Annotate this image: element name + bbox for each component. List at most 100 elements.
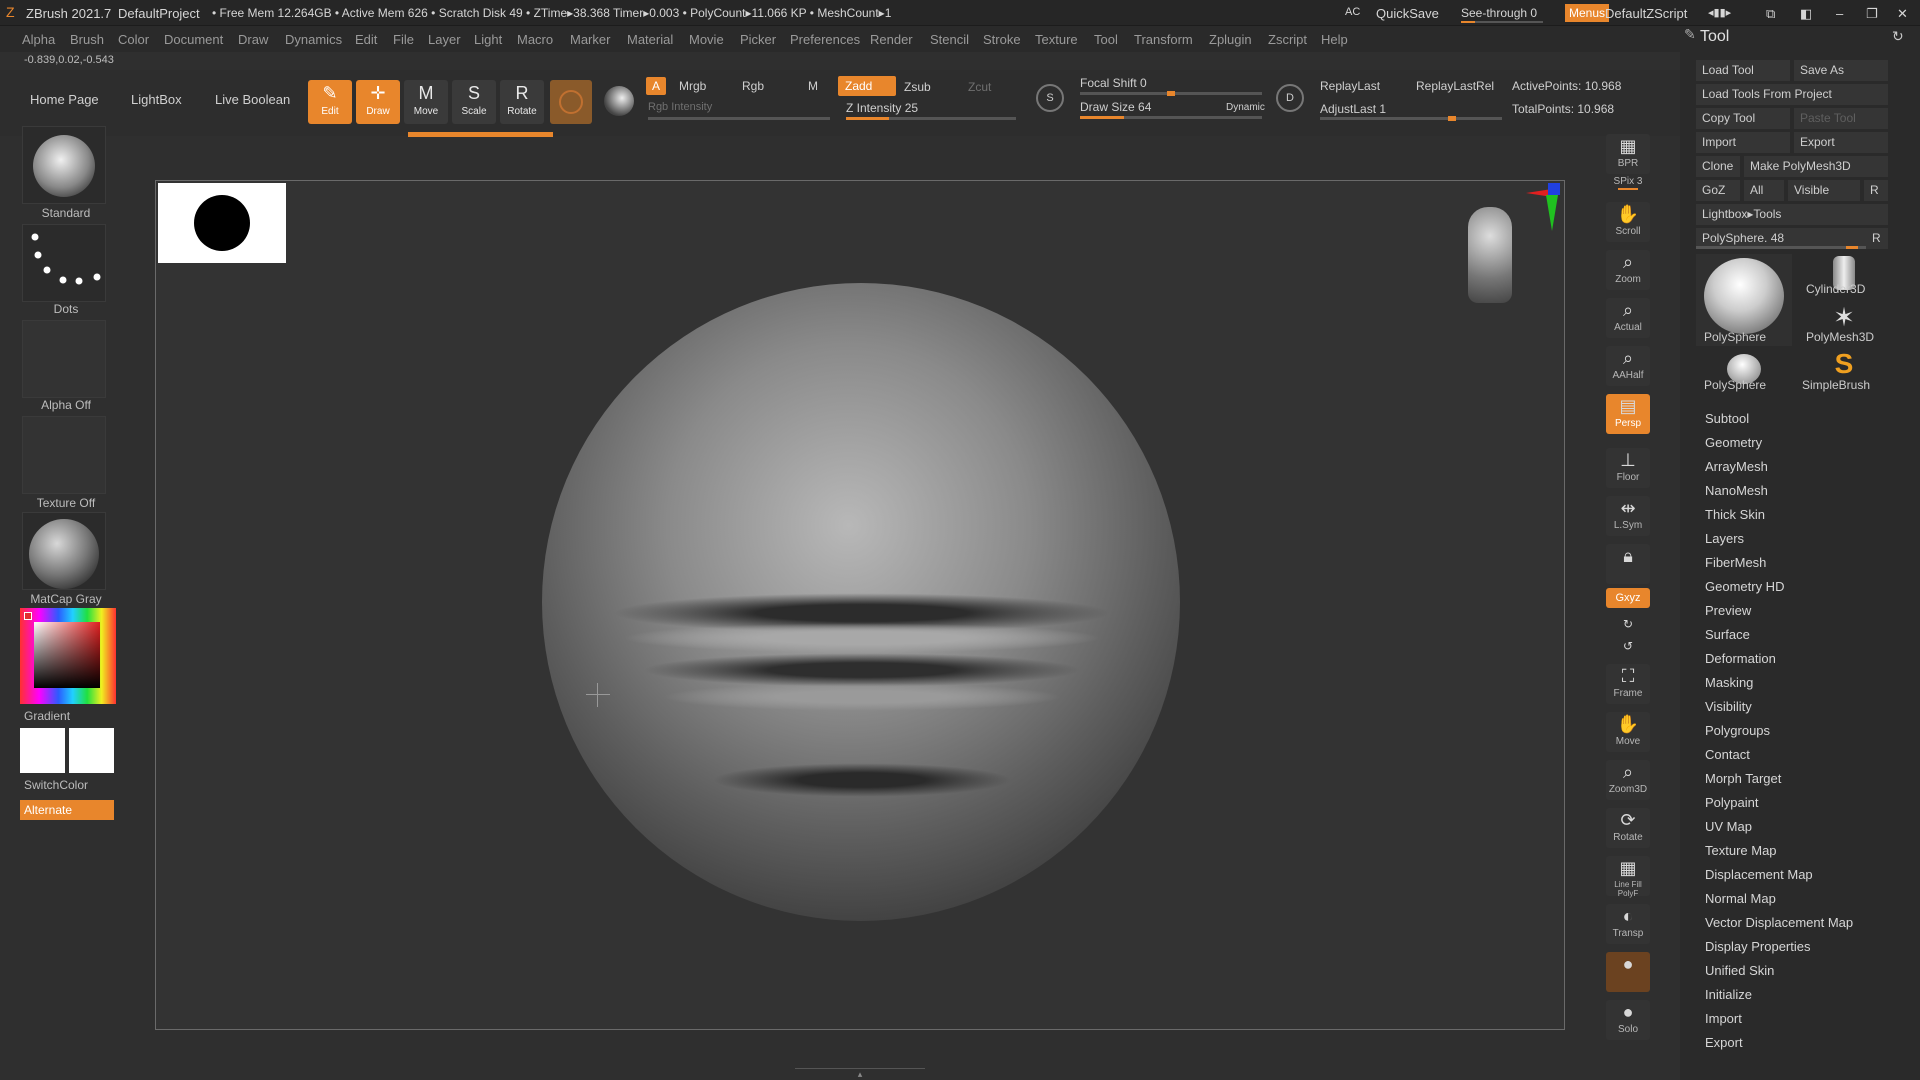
see-through-slider[interactable]: See-through 0 [1461, 6, 1537, 20]
load-tools-from-project-button[interactable]: Load Tools From Project [1696, 84, 1888, 105]
alpha-selector[interactable] [22, 320, 106, 398]
subpalette-nanomesh[interactable]: NanoMesh [1705, 483, 1768, 498]
menu-zscript[interactable]: Zscript [1268, 32, 1307, 47]
lightbox-button[interactable]: LightBox [131, 92, 182, 107]
menu-brush[interactable]: Brush [70, 32, 104, 47]
rgb-intensity-track[interactable] [648, 117, 830, 120]
axis-gizmo-icon[interactable] [1506, 181, 1566, 251]
menu-macro[interactable]: Macro [517, 32, 553, 47]
make-polymesh3d-button[interactable]: Make PolyMesh3D [1744, 156, 1888, 177]
menu-alpha[interactable]: Alpha [22, 32, 55, 47]
sculpted-sphere[interactable] [542, 283, 1180, 921]
layout-icon[interactable]: ◧ [1800, 6, 1812, 22]
brush-selector[interactable] [22, 126, 106, 204]
palette-icon[interactable]: ⧉ [1766, 6, 1775, 22]
adjust-last-icon[interactable]: D [1276, 84, 1304, 112]
floor-button[interactable]: ⊥ Floor [1606, 448, 1650, 488]
minimize-icon[interactable]: – [1836, 6, 1843, 21]
copy-tool-button[interactable]: Copy Tool [1696, 108, 1790, 129]
draw-button[interactable]: ✛ Draw [356, 80, 400, 124]
tool-palette-title[interactable]: Tool [1700, 28, 1729, 46]
move-view-button[interactable]: ✋ Move [1606, 712, 1650, 752]
import-tool-button[interactable]: Import [1696, 132, 1790, 153]
document-canvas[interactable] [155, 180, 1565, 1030]
mrgb-button[interactable]: Mrgb [679, 79, 706, 93]
menu-texture[interactable]: Texture [1035, 32, 1078, 47]
gradient-label[interactable]: Gradient [24, 709, 120, 723]
subpalette-uv-map[interactable]: UV Map [1705, 819, 1752, 834]
primary-color-swatch[interactable] [20, 728, 65, 773]
subpalette-geometry[interactable]: Geometry [1705, 435, 1762, 450]
menu-stencil[interactable]: Stencil [930, 32, 969, 47]
zcut-button[interactable]: Zcut [968, 80, 991, 94]
subpalette-import[interactable]: Import [1705, 1011, 1742, 1026]
subpalette-export[interactable]: Export [1705, 1035, 1743, 1050]
replay-last-rel-button[interactable]: ReplayLastRel [1416, 79, 1494, 93]
focal-shift-track[interactable] [1080, 91, 1262, 96]
secondary-color-swatch[interactable] [69, 728, 114, 773]
save-as-button[interactable]: Save As [1794, 60, 1888, 81]
stroke-selector[interactable] [22, 224, 106, 302]
rotate-button[interactable]: R Rotate [500, 80, 544, 124]
menu-layer[interactable]: Layer [428, 32, 461, 47]
draw-size-track[interactable] [1080, 116, 1262, 119]
subpalette-vector-displacement-map[interactable]: Vector Displacement Map [1705, 915, 1853, 930]
persp-button[interactable]: ▤ Persp [1606, 394, 1650, 434]
subpalette-polygroups[interactable]: Polygroups [1705, 723, 1770, 738]
menu-light[interactable]: Light [474, 32, 502, 47]
z-intensity-track[interactable] [846, 117, 1016, 120]
menu-render[interactable]: Render [870, 32, 913, 47]
menu-marker[interactable]: Marker [570, 32, 610, 47]
ac-button[interactable]: AC [1345, 6, 1360, 18]
color-picker[interactable] [20, 608, 116, 704]
menus-button[interactable]: Menus [1565, 4, 1610, 22]
m-button[interactable]: M [808, 79, 818, 93]
aahalf-button[interactable]: ⌕ AAHalf [1606, 346, 1650, 386]
dynamic-toggle[interactable]: Dynamic [1226, 102, 1265, 113]
zadd-button[interactable]: Zadd [838, 76, 896, 96]
draw-size-slider[interactable]: Draw Size 64 [1080, 100, 1151, 114]
menu-dynamics[interactable]: Dynamics [285, 32, 342, 47]
transp-button[interactable]: ◐ Transp [1606, 904, 1650, 944]
adjust-last-slider[interactable]: AdjustLast 1 [1320, 102, 1386, 116]
menu-transform[interactable]: Transform [1134, 32, 1193, 47]
move-button[interactable]: M Move [404, 80, 448, 124]
frame-button[interactable]: ⛶ Frame [1606, 664, 1650, 704]
subpalette-normal-map[interactable]: Normal Map [1705, 891, 1776, 906]
bpr-button[interactable]: ▦ BPR [1606, 134, 1650, 174]
lock-button[interactable]: 🔒︎ [1606, 544, 1650, 584]
subpalette-fibermesh[interactable]: FiberMesh [1705, 555, 1766, 570]
all-button[interactable]: All [1744, 180, 1784, 201]
zoom3d-button[interactable]: ⌕ Zoom3D [1606, 760, 1650, 800]
adjust-last-track[interactable] [1320, 116, 1502, 121]
menu-movie[interactable]: Movie [689, 32, 724, 47]
a-toggle[interactable]: A [646, 77, 667, 95]
menu-zplugin[interactable]: Zplugin [1209, 32, 1252, 47]
lsym-button[interactable]: ⇹ L.Sym [1606, 496, 1650, 536]
replay-last-button[interactable]: ReplayLast [1320, 79, 1380, 93]
actual-button[interactable]: ⌕ Actual [1606, 298, 1650, 338]
menu-document[interactable]: Document [164, 32, 223, 47]
zsub-button[interactable]: Zsub [904, 80, 931, 94]
subpalette-texture-map[interactable]: Texture Map [1705, 843, 1777, 858]
r-button[interactable]: R [1864, 180, 1888, 201]
focal-shift-slider[interactable]: Focal Shift 0 [1080, 76, 1147, 90]
texture-selector[interactable] [22, 416, 106, 494]
menu-help[interactable]: Help [1321, 32, 1348, 47]
subpalette-subtool[interactable]: Subtool [1705, 411, 1749, 426]
subpalette-contact[interactable]: Contact [1705, 747, 1750, 762]
palette-drag-icon[interactable]: ✎ [1684, 26, 1696, 43]
menu-stroke[interactable]: Stroke [983, 32, 1021, 47]
menu-picker[interactable]: Picker [740, 32, 776, 47]
menu-tool[interactable]: Tool [1094, 32, 1118, 47]
subpalette-arraymesh[interactable]: ArrayMesh [1705, 459, 1768, 474]
menu-draw[interactable]: Draw [238, 32, 268, 47]
subpalette-deformation[interactable]: Deformation [1705, 651, 1776, 666]
paste-tool-button[interactable]: Paste Tool [1794, 108, 1888, 129]
rotate-view-button[interactable]: ⟳ Rotate [1606, 808, 1650, 848]
menu-file[interactable]: File [393, 32, 414, 47]
alternate-button[interactable]: Alternate [20, 800, 114, 820]
zoom-button[interactable]: ⌕ Zoom [1606, 250, 1650, 290]
project-name[interactable]: DefaultProject [118, 6, 200, 21]
export-tool-button[interactable]: Export [1794, 132, 1888, 153]
